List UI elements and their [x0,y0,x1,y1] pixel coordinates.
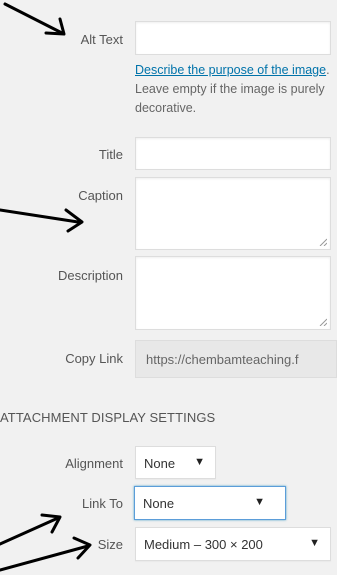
arrow-icon [0,544,90,572]
arrow-icon [0,516,60,546]
arrow-icon [3,2,64,35]
annotation-arrows [0,2,92,572]
